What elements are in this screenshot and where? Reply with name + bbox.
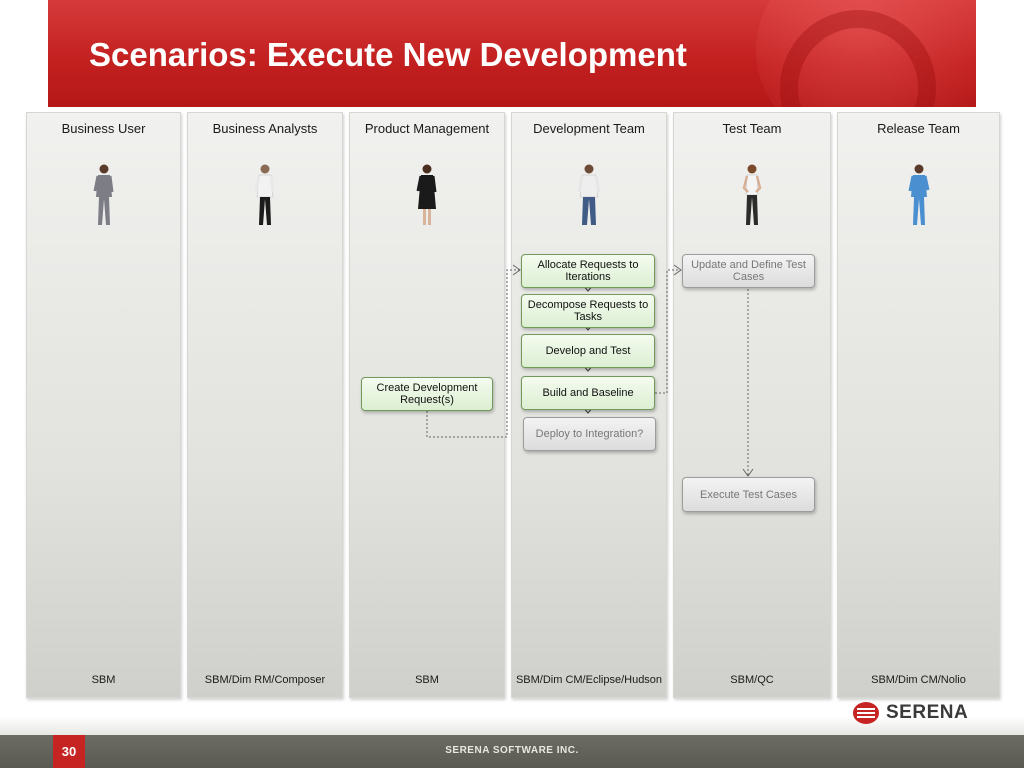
build-and-baseline-box[interactable]: Build and Baseline [521,376,655,410]
deploy-to-integration-box[interactable]: Deploy to Integration? [523,417,656,451]
update-define-test-cases-box[interactable]: Update and Define Test Cases [682,254,815,288]
serena-logo-icon [853,702,879,724]
serena-logo: SERENA [852,700,968,726]
decompose-requests-box[interactable]: Decompose Requests to Tasks [521,294,655,328]
develop-and-test-box[interactable]: Develop and Test [521,334,655,368]
allocate-requests-box[interactable]: Allocate Requests to Iterations [521,254,655,288]
company-name: SERENA SOFTWARE INC. [445,745,579,756]
logo-wordmark: SERENA [886,702,969,723]
connector-create-to-allocate [426,269,520,438]
connector-build-to-update-tests [655,269,681,394]
create-development-request-box[interactable]: Create Development Request(s) [361,377,493,411]
flow-connectors [426,264,754,477]
execute-test-cases-box[interactable]: Execute Test Cases [682,477,815,512]
